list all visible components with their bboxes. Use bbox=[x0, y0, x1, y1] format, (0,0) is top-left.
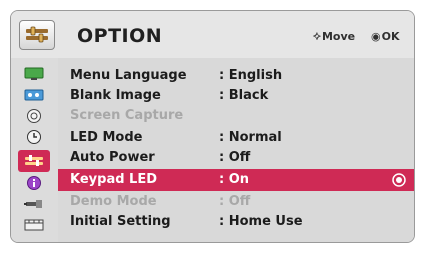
input-icon[interactable] bbox=[22, 196, 46, 212]
menu-item-value: : Off bbox=[219, 194, 251, 209]
speaker-icon[interactable] bbox=[22, 87, 46, 103]
menu-item-led-mode[interactable]: LED Mode : Normal bbox=[58, 128, 414, 148]
info-icon[interactable] bbox=[22, 175, 46, 191]
dpad-icon: ⯎ bbox=[313, 30, 321, 43]
menu-item-value: : Black bbox=[219, 88, 269, 103]
disc-icon[interactable] bbox=[22, 108, 46, 124]
ok-button-icon[interactable] bbox=[392, 173, 406, 187]
menu-item-label: Auto Power bbox=[70, 150, 155, 165]
ok-hint: ◉OK bbox=[371, 30, 399, 43]
menu-item-demo-mode: Demo Mode : Off bbox=[58, 192, 414, 212]
option-menu-list: Menu Language : English Blank Image : Bl… bbox=[58, 58, 414, 242]
menu-item-label: Screen Capture bbox=[70, 108, 184, 123]
ok-hint-label: OK bbox=[381, 30, 400, 43]
menu-item-label: Blank Image bbox=[70, 88, 161, 103]
menu-item-label: Menu Language bbox=[70, 68, 187, 83]
page-title: OPTION bbox=[77, 25, 163, 47]
option-category-icon[interactable] bbox=[18, 150, 50, 172]
move-hint-label: Move bbox=[321, 30, 356, 43]
menu-item-label: Demo Mode bbox=[70, 194, 157, 209]
move-hint: ⯎Move bbox=[313, 30, 355, 44]
menu-item-value: : Home Use bbox=[219, 214, 303, 229]
menu-item-value: : Normal bbox=[219, 130, 282, 145]
menu-item-label: Keypad LED bbox=[70, 172, 158, 187]
menu-item-value: : Off bbox=[219, 150, 251, 165]
menu-item-initial-setting[interactable]: Initial Setting : Home Use bbox=[58, 212, 414, 232]
media-icon[interactable] bbox=[22, 217, 46, 233]
menu-item-screen-capture: Screen Capture bbox=[58, 106, 414, 126]
option-menu-panel: OPTION ⯎Move ◉OK Menu Language: English… bbox=[10, 10, 415, 243]
menu-item-auto-power[interactable]: Auto Power : Off bbox=[58, 148, 414, 168]
category-sidebar bbox=[11, 58, 58, 242]
menu-item-value: : On bbox=[219, 172, 250, 187]
menu-item-label: Initial Setting bbox=[70, 214, 171, 229]
menu-item-value: : English bbox=[219, 68, 283, 83]
option-icon bbox=[19, 20, 55, 50]
monitor-icon[interactable] bbox=[22, 66, 46, 82]
clock-icon[interactable] bbox=[22, 129, 46, 145]
menu-header: OPTION ⯎Move ◉OK bbox=[11, 11, 414, 58]
menu-item-keypad-led[interactable]: Keypad LED : On bbox=[58, 169, 414, 191]
ok-button-icon: ◉ bbox=[371, 30, 381, 43]
menu-item-menu-language[interactable]: Menu Language : English bbox=[58, 66, 414, 86]
menu-item-label: LED Mode bbox=[70, 130, 143, 145]
menu-item-blank-image[interactable]: Blank Image : Black bbox=[58, 86, 414, 106]
